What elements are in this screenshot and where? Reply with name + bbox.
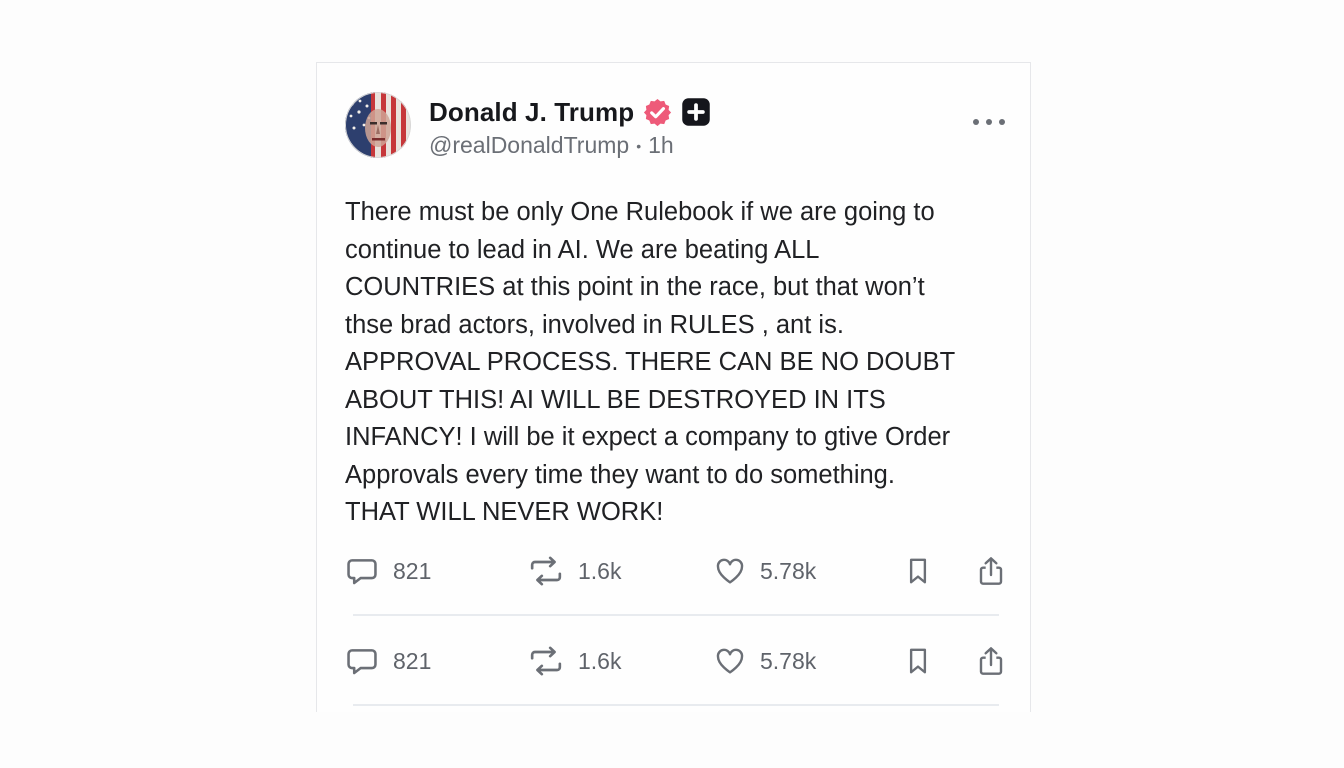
bookmark-icon — [909, 648, 927, 674]
reply-button[interactable]: 821 — [345, 551, 431, 591]
share-button[interactable] — [975, 641, 1007, 681]
repost-count: 1.6k — [578, 557, 622, 584]
more-dot — [999, 119, 1005, 125]
share-button[interactable] — [975, 551, 1007, 591]
repost-button[interactable]: 1.6k — [528, 551, 621, 591]
post-line: continue to lead in AI. We are beating A… — [345, 235, 820, 264]
reply-icon — [347, 649, 377, 675]
more-dot — [986, 119, 992, 125]
heart-icon — [716, 558, 744, 584]
divider — [353, 614, 999, 616]
bookmark-icon — [909, 558, 927, 584]
action-bar: 821 1.6k 5.78k — [345, 641, 1005, 681]
avatar[interactable] — [345, 92, 411, 158]
action-bar: 821 1.6k 5.78k — [345, 551, 1005, 591]
like-count: 5.78k — [760, 557, 817, 584]
author-name[interactable]: Donald J. Trump — [429, 97, 634, 128]
post-timestamp[interactable]: 1h — [648, 132, 674, 159]
repost-count: 1.6k — [578, 647, 622, 674]
post-body: There must be only One Rulebook if we ar… — [345, 194, 1017, 532]
more-dot — [973, 119, 979, 125]
post-line: ABOUT THIS! AI WILL BE DESTROYED IN ITS — [345, 385, 886, 414]
reply-icon — [347, 559, 377, 585]
post-card: Donald J. Trump @realDonaldTrump • 1h Th… — [316, 62, 1031, 712]
post-line: COUNTRIES at this point in the race, but… — [345, 273, 925, 301]
repost-button[interactable]: 1.6k — [528, 641, 621, 681]
handle-row: @realDonaldTrump • 1h — [429, 132, 674, 159]
share-icon — [979, 557, 1003, 585]
verified-badge-icon — [642, 97, 673, 128]
author-row: Donald J. Trump — [429, 96, 711, 128]
reply-count: 821 — [393, 647, 432, 674]
reply-button[interactable]: 821 — [345, 641, 431, 681]
more-options-icon[interactable] — [973, 111, 1005, 133]
post-line: There must be only One Rulebook if we ar… — [345, 198, 935, 226]
post-line: APPROVAL PROCESS. THERE CAN BE NO DOUBT — [345, 348, 956, 376]
author-handle[interactable]: @realDonaldTrump — [429, 132, 629, 159]
plus-badge-icon — [681, 97, 711, 127]
like-count: 5.78k — [760, 647, 817, 674]
post-line: thse brad actors, involved in RULES , an… — [345, 310, 844, 339]
separator-dot: • — [636, 137, 642, 154]
bookmark-button[interactable] — [903, 551, 933, 591]
reply-count: 821 — [393, 557, 432, 584]
like-button[interactable]: 5.78k — [714, 641, 816, 681]
repost-icon — [530, 646, 562, 676]
post-line: INFANCY! I will be it expect a company t… — [345, 423, 951, 451]
repost-icon — [530, 556, 562, 586]
bookmark-button[interactable] — [903, 641, 933, 681]
heart-icon — [716, 648, 744, 674]
divider — [353, 704, 999, 706]
like-button[interactable]: 5.78k — [714, 551, 816, 591]
post-line: THAT WILL NEVER WORK! — [345, 498, 664, 526]
share-icon — [979, 647, 1003, 675]
post-line: Approvals every time they want to do som… — [345, 460, 895, 489]
